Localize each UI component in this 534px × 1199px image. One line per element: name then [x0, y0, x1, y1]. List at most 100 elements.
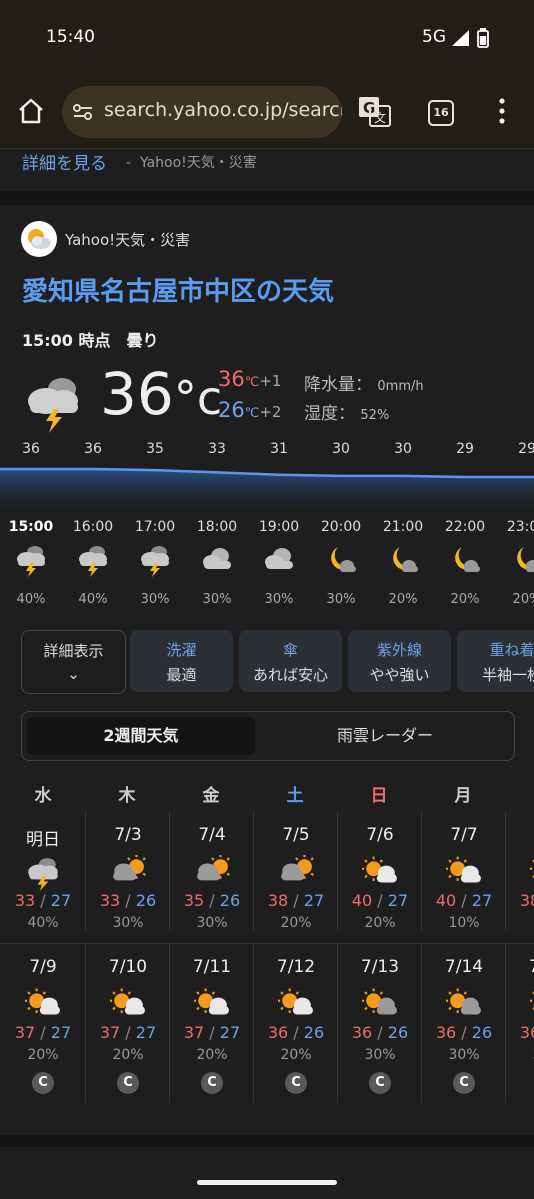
hourly-temp: 35: [146, 441, 164, 457]
translate-icon[interactable]: G文: [358, 96, 392, 128]
tab-two-week[interactable]: 2週間天気: [27, 717, 255, 755]
daily-forecast-cell[interactable]: 7/14 36 / 26 30% C: [421, 943, 506, 1103]
brand-label[interactable]: Yahoo!天気・災害: [65, 229, 190, 250]
hourly-pop: 20%: [512, 592, 534, 607]
site-settings-icon[interactable]: [72, 102, 94, 122]
hourly-time: 15:00: [8, 519, 54, 535]
forecast-temps: 37 / 27: [14, 1023, 72, 1042]
status-bar: 15:40 5G: [0, 0, 534, 78]
address-bar[interactable]: search.yahoo.co.jp/search: [62, 86, 342, 138]
forecast-date: 明日: [26, 830, 60, 850]
sun-cloud-icon: [446, 856, 481, 883]
forecast-date: 7/14: [444, 957, 484, 977]
hourly-pop: 40%: [78, 592, 108, 607]
confidence-badge: C: [369, 1072, 391, 1094]
source-label: - Yahoo!天気・災害: [126, 155, 257, 171]
hourly-time: 17:00: [134, 519, 176, 535]
forecast-icon: [254, 855, 338, 885]
hourly-pop: 30%: [140, 592, 170, 607]
home-icon[interactable]: [16, 96, 46, 126]
hourly-icon: [434, 543, 496, 583]
daily-forecast-cell[interactable]: 7/10 37 / 27 20% C: [85, 943, 170, 1103]
forecast-icon: [86, 855, 170, 885]
hourly-icon: [186, 543, 248, 583]
forecast-pop: 10%: [506, 915, 534, 931]
hourly-icon: [496, 543, 534, 583]
forecast-temps: 40 / 27: [435, 891, 493, 910]
temperature-graph: [0, 467, 534, 515]
page-title[interactable]: 愛知県名古屋市中区の天気: [22, 271, 334, 308]
forecast-icon: [506, 987, 534, 1017]
hourly-icon: [248, 543, 310, 583]
daily-forecast-cell[interactable]: 7/3 33 / 26 30%: [85, 811, 170, 931]
battery-icon: [477, 28, 489, 48]
weekday-label: 土: [286, 786, 304, 806]
daily-forecast-cell[interactable]: 7/7 40 / 27 10%: [421, 811, 506, 931]
hourly-pop: 30%: [202, 592, 232, 607]
moon-cloud-icon: [455, 547, 480, 572]
more-menu-icon[interactable]: [498, 97, 506, 125]
forecast-icon: [506, 855, 534, 885]
index-chip[interactable]: 洗濯 最適: [130, 630, 233, 692]
hourly-temp: 33: [208, 441, 226, 457]
chip-title: 詳細表示: [43, 642, 104, 660]
cloud-icon: [203, 548, 231, 569]
hourly-temp: 31: [270, 441, 288, 457]
confidence-badge: C: [285, 1072, 307, 1094]
index-chip[interactable]: 紫外線 やや強い: [348, 630, 451, 692]
daily-forecast-cell[interactable]: 7/9 37 / 27 20% C: [1, 943, 85, 1103]
forecast-icon: [338, 855, 422, 885]
daily-forecast-cell[interactable]: 7/12 36 / 26 20% C: [253, 943, 338, 1103]
forecast-temps: 40 / 27: [351, 891, 409, 910]
tab-switcher-button[interactable]: 16: [428, 100, 454, 126]
forecast-date: 7/6: [366, 825, 394, 845]
weekday-label: 木: [118, 786, 136, 806]
hourly-forecast[interactable]: 36 36 35 33 31 30 30 29 29 15:00 16:00 17:00 18:00 1…: [0, 435, 534, 620]
forecast-temps: 36 / 26: [267, 1023, 325, 1042]
daily-forecast-cell[interactable]: 7/1536 / 2630%C: [505, 943, 534, 1103]
thunder-cloud-icon: [28, 378, 78, 433]
hourly-time: 16:00: [72, 519, 114, 535]
yahoo-weather-logo: [21, 221, 57, 257]
forecast-pop: 30%: [196, 915, 228, 931]
weekday-label: 月: [454, 786, 472, 806]
forecast-date: 7/11: [192, 957, 232, 977]
forecast-temps: 36 / 26: [351, 1023, 409, 1042]
forecast-icon: [254, 987, 338, 1017]
daily-forecast-cell[interactable]: 7/5 38 / 27 20%: [253, 811, 338, 931]
hourly-temp: 30: [394, 441, 412, 457]
forecast-pop: 20%: [196, 1047, 228, 1063]
daily-forecast-cell[interactable]: 7/11 37 / 27 20% C: [169, 943, 254, 1103]
gesture-nav-bar[interactable]: [197, 1180, 337, 1185]
daily-forecast-cell[interactable]: 7/8 38 / 27 10%: [505, 811, 534, 931]
forecast-icon: [1, 855, 85, 891]
index-chip[interactable]: 傘あれば安心: [239, 630, 342, 692]
url-text[interactable]: search.yahoo.co.jp/search: [104, 99, 342, 121]
chip-value: やや強い: [369, 666, 430, 684]
forecast-tabs: 2週間天気 雨雲レーダー: [21, 711, 515, 761]
hourly-time: 18:00: [196, 519, 238, 535]
daily-forecast-cell[interactable]: 7/4 35 / 26 30%: [169, 811, 254, 931]
forecast-pop: 30%: [448, 1047, 480, 1063]
svg-text:文: 文: [374, 110, 386, 125]
hourly-pop: 30%: [264, 592, 294, 607]
hourly-pop: 20%: [450, 592, 480, 607]
confidence-badge: C: [32, 1072, 54, 1094]
daily-forecast-cell[interactable]: 7/13 36 / 26 30% C: [337, 943, 422, 1103]
sun-cloud-gray-icon: [446, 988, 481, 1015]
chip-title: 重ね着: [489, 641, 534, 659]
week-row-1: 明日 33 / 27 40% 7/3 33 / 26 30% 7/4 35 / 26 30% 7/…: [0, 811, 534, 931]
tab-rain-radar[interactable]: 雨雲レーダー: [260, 717, 510, 755]
hourly-time: 22:00: [444, 519, 486, 535]
daily-forecast-cell[interactable]: 明日 33 / 27 40%: [1, 811, 85, 931]
hourly-temp: 30: [332, 441, 350, 457]
daily-forecast-cell[interactable]: 7/6 40 / 27 20%: [337, 811, 422, 931]
network-label: 5G: [422, 27, 446, 47]
thunder-cloud-icon: [141, 546, 169, 577]
forecast-pop: 40%: [27, 915, 59, 931]
index-chip[interactable]: 重ね着半袖一枚: [457, 630, 534, 692]
cloud-sun-icon: [281, 855, 314, 881]
chip-title: 洗濯: [166, 641, 197, 659]
details-link[interactable]: 詳細を見る: [22, 149, 107, 174]
detail-toggle-button[interactable]: 詳細表示 ⌄: [21, 630, 126, 694]
